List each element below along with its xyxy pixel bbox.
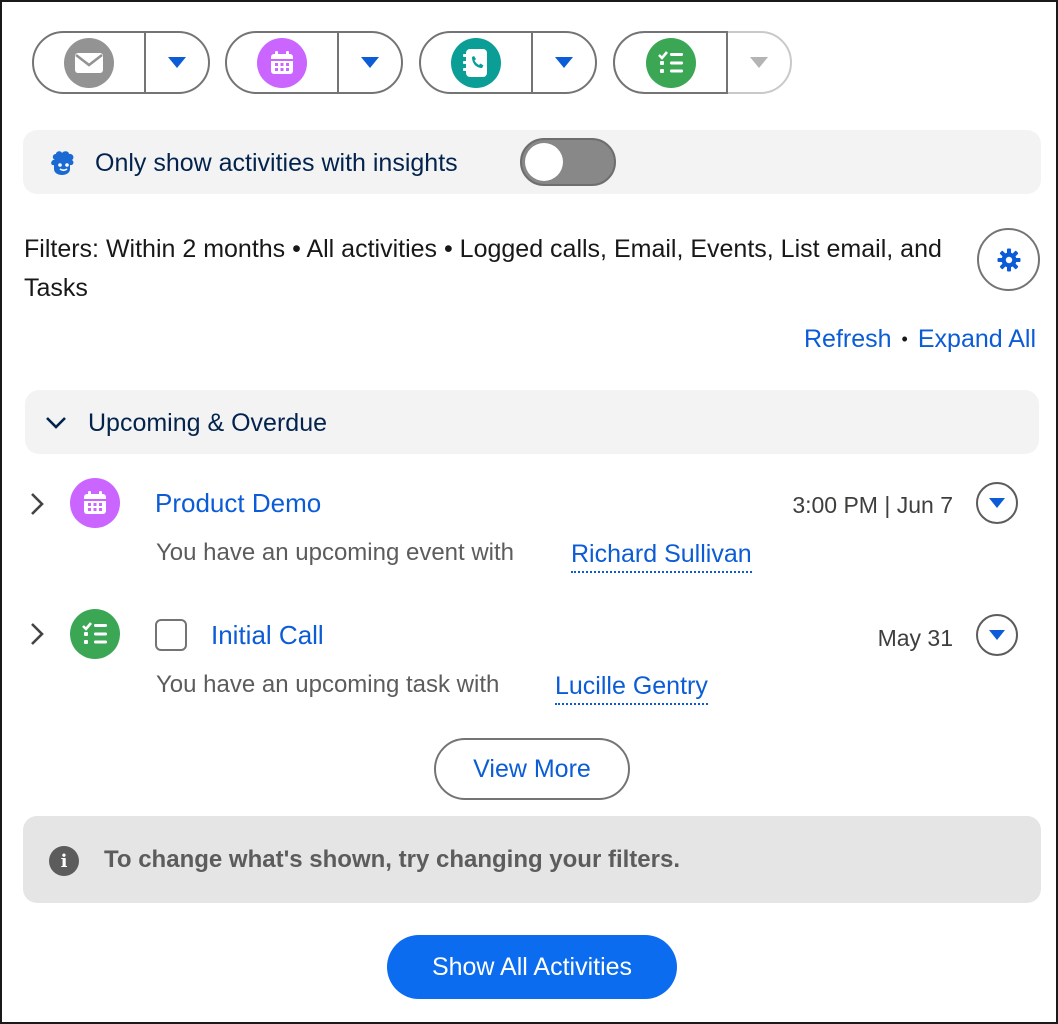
upcoming-overdue-section-toggle[interactable]: Upcoming & Overdue <box>25 390 1039 454</box>
notice-message: To change what's shown, try changing you… <box>104 846 680 873</box>
show-all-activities-button[interactable]: Show All Activities <box>387 935 677 999</box>
timeline-item-event: Product Demo 3:00 PM | Jun 7 You have an… <box>2 472 1058 592</box>
chevron-down-icon <box>168 57 186 68</box>
item-subject-link[interactable]: Initial Call <box>211 620 324 651</box>
item-date: 3:00 PM | Jun 7 <box>792 492 953 518</box>
email-action-group <box>32 31 210 94</box>
item-person-link[interactable]: Lucille Gentry <box>555 672 708 705</box>
new-task-button[interactable] <box>613 31 728 94</box>
toggle-knob <box>525 143 563 181</box>
timeline-links: Refresh • Expand All <box>804 325 1036 354</box>
item-date: May 31 <box>877 625 953 651</box>
section-title: Upcoming & Overdue <box>88 409 328 437</box>
chevron-right-icon[interactable] <box>28 491 46 517</box>
item-person-link[interactable]: Richard Sullivan <box>571 540 752 573</box>
filters-summary: Filters: Within 2 months • All activitie… <box>24 235 942 302</box>
new-email-button[interactable] <box>34 33 146 92</box>
call-options-dropdown[interactable] <box>533 33 595 92</box>
chevron-right-icon[interactable] <box>28 621 46 647</box>
einstein-icon <box>49 150 79 181</box>
activity-timeline-panel: Only show activities with insights Filte… <box>0 0 1058 1024</box>
email-icon <box>64 37 114 88</box>
task-list-icon <box>645 37 696 88</box>
calendar-icon <box>257 37 307 88</box>
chevron-down-icon <box>361 57 379 68</box>
item-description: You have an upcoming event with <box>156 539 515 566</box>
link-separator: • <box>901 329 908 349</box>
event-action-group <box>225 31 403 94</box>
email-options-dropdown[interactable] <box>146 33 208 92</box>
timeline-item-task: Initial Call May 31 You have an upcoming… <box>2 604 1058 724</box>
gear-icon <box>997 248 1020 271</box>
insights-filter-bar: Only show activities with insights <box>23 130 1041 194</box>
chevron-down-icon <box>989 498 1005 508</box>
chevron-down-icon <box>555 57 573 68</box>
item-actions-menu-button[interactable] <box>976 482 1018 524</box>
chevron-down-icon <box>46 417 66 429</box>
item-subject-link[interactable]: Product Demo <box>155 488 321 519</box>
new-event-button[interactable] <box>227 33 339 92</box>
log-call-button[interactable] <box>421 33 533 92</box>
task-options-dropdown <box>728 33 790 92</box>
filters-notice: i To change what's shown, try changing y… <box>23 816 1041 903</box>
item-actions-menu-button[interactable] <box>976 614 1018 656</box>
phone-icon <box>451 37 501 88</box>
calendar-icon <box>70 478 120 528</box>
insights-label: Only show activities with insights <box>95 149 458 177</box>
task-complete-checkbox[interactable] <box>155 619 187 651</box>
task-action-group <box>613 31 792 94</box>
chevron-down-icon <box>750 57 768 68</box>
filter-settings-button[interactable] <box>977 228 1040 291</box>
info-icon: i <box>49 846 79 876</box>
view-more-button[interactable]: View More <box>434 738 630 800</box>
insights-toggle[interactable] <box>520 138 616 186</box>
call-action-group <box>419 31 597 94</box>
expand-all-link[interactable]: Expand All <box>918 325 1036 354</box>
item-description: You have an upcoming task with <box>156 671 500 698</box>
event-options-dropdown[interactable] <box>339 33 401 92</box>
chevron-down-icon <box>989 630 1005 640</box>
refresh-link[interactable]: Refresh <box>804 325 892 354</box>
task-list-icon <box>70 609 120 659</box>
